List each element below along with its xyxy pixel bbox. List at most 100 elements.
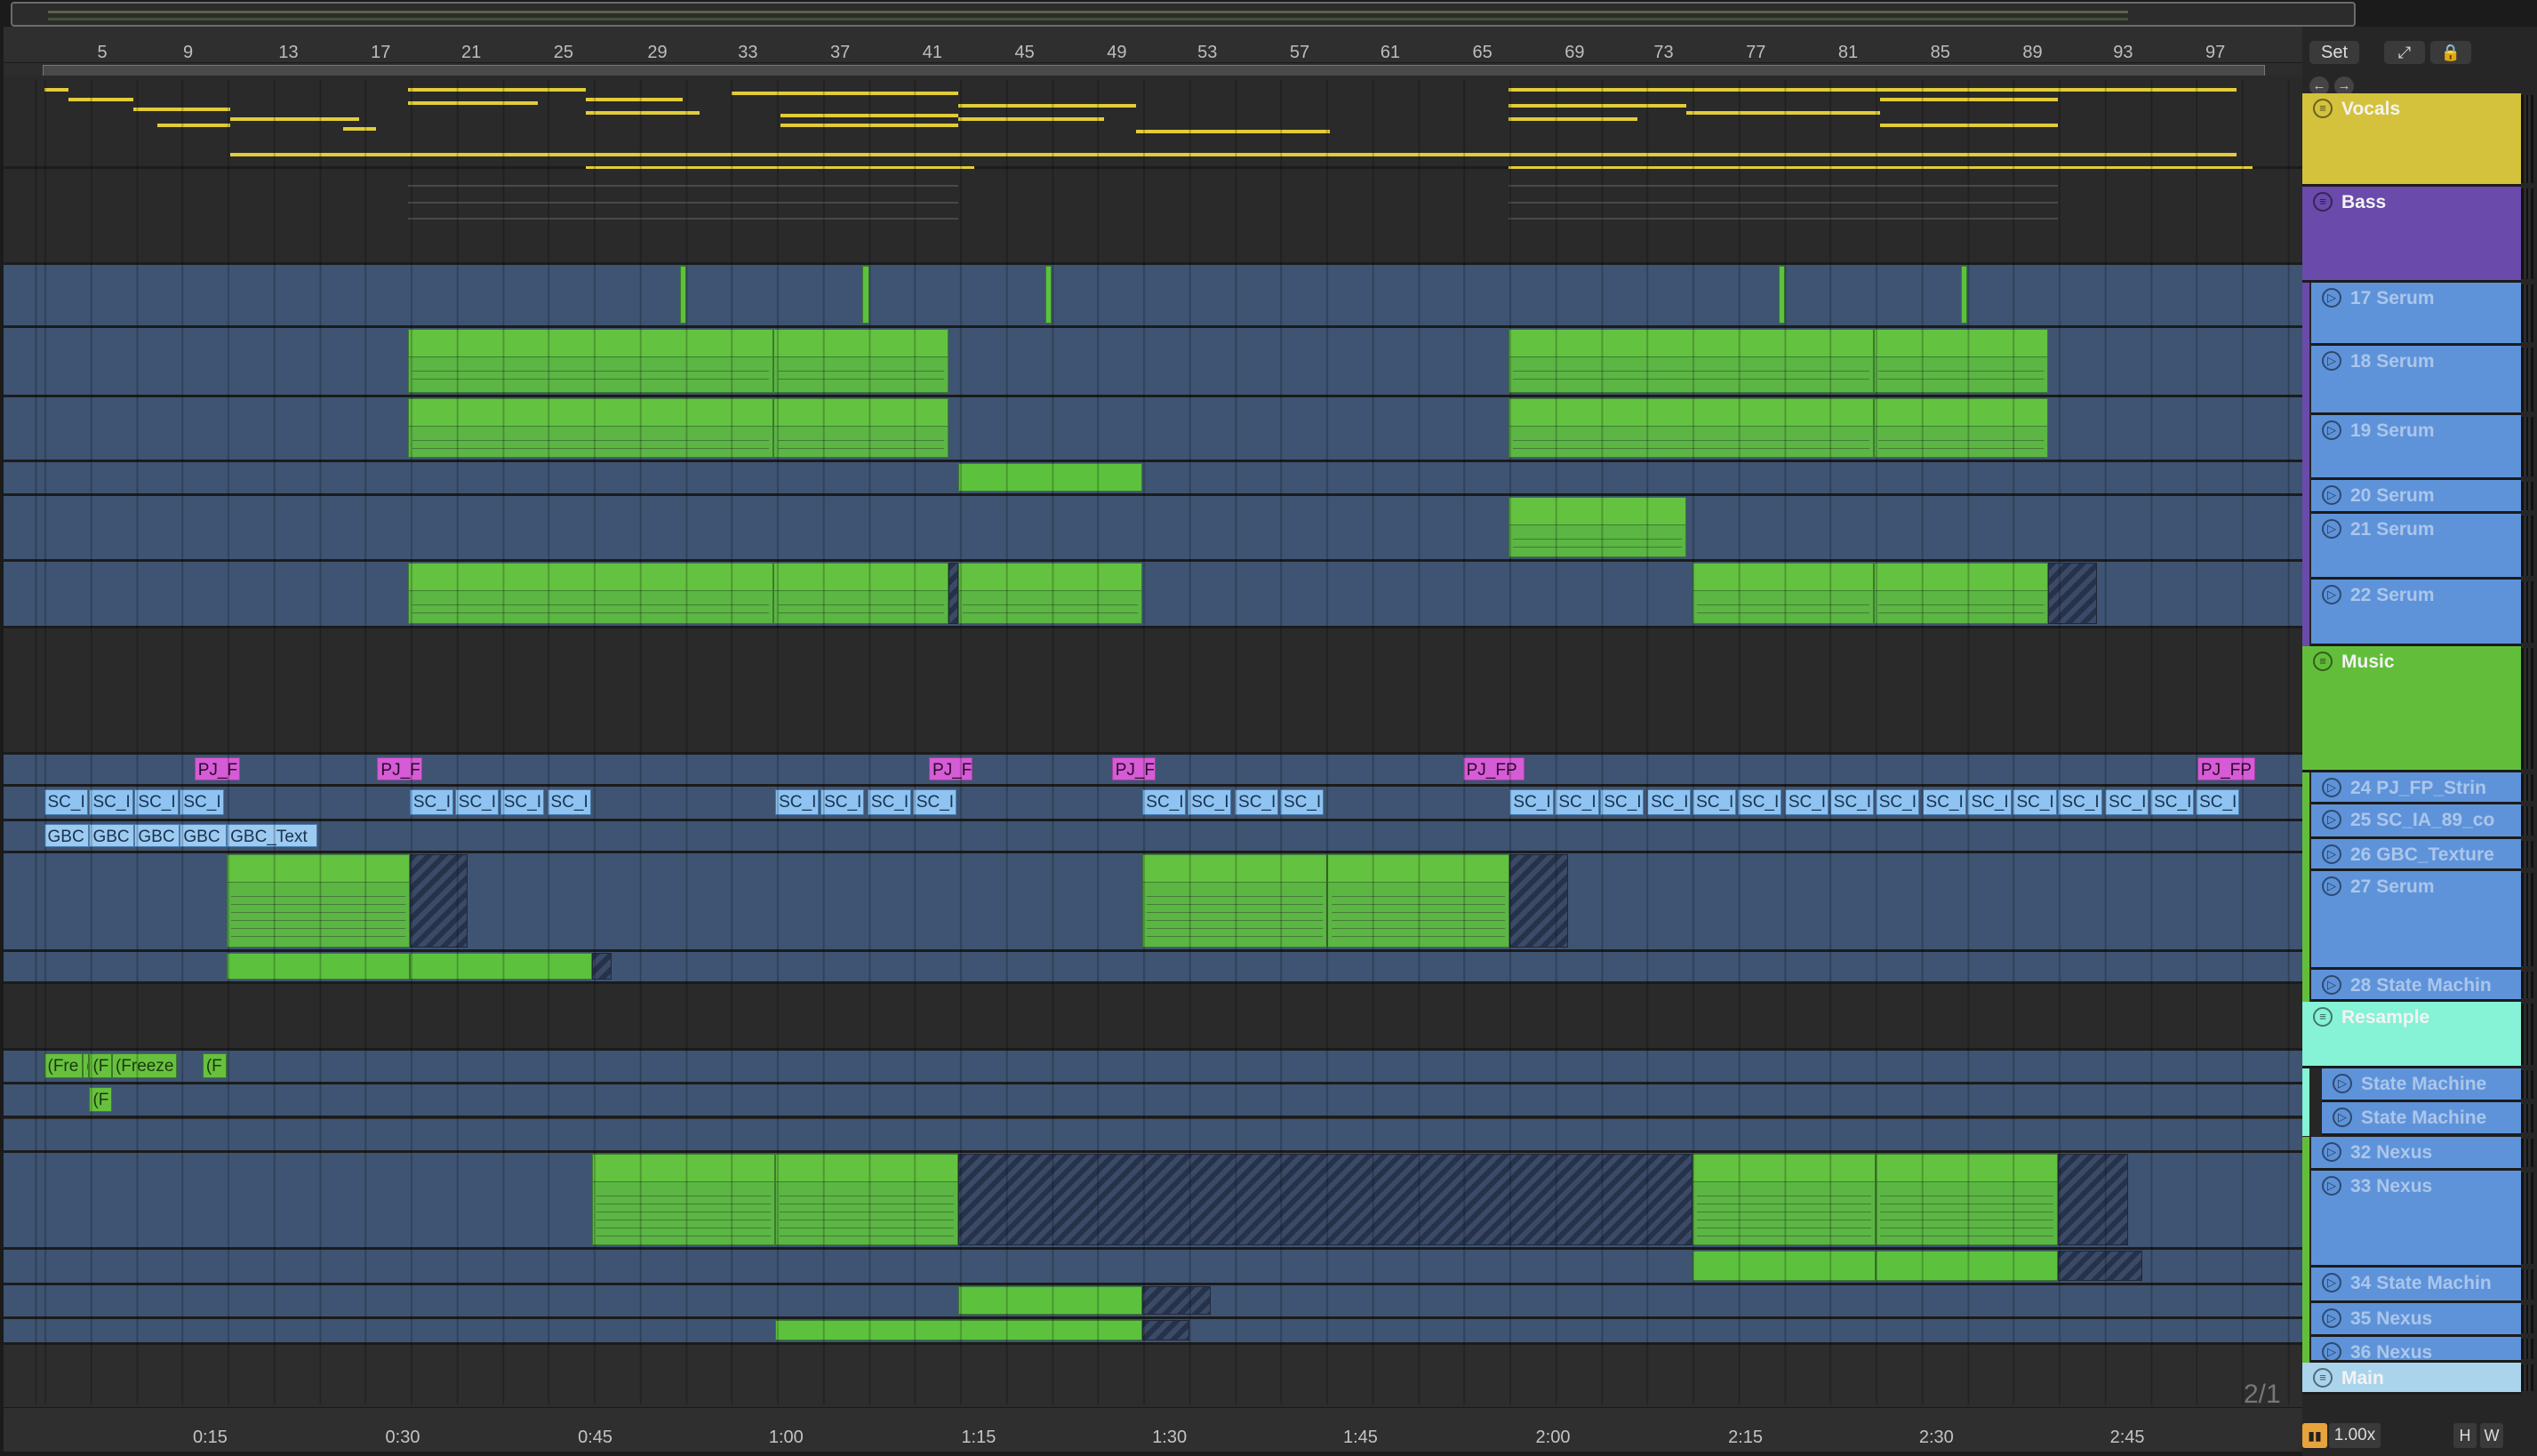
midi-clip[interactable] [1508, 397, 1874, 458]
midi-clip[interactable] [227, 953, 410, 980]
track-header[interactable]: ≡ Resample [2302, 1002, 2521, 1069]
audio-clip[interactable]: SC_I [2105, 789, 2149, 815]
track-lane[interactable] [4, 169, 2302, 265]
group-fold-icon[interactable]: ≡ [2313, 1368, 2333, 1388]
midi-clip[interactable] [408, 563, 774, 625]
track-lane[interactable] [4, 562, 2302, 629]
audio-clip[interactable]: GBC [89, 823, 135, 847]
audio-clip[interactable]: (Freeze [111, 1053, 177, 1079]
midi-clip[interactable] [862, 265, 869, 324]
track-header[interactable]: ▷ 36 Nexus [2311, 1337, 2521, 1364]
track-header[interactable]: ▷ 17 Serum [2311, 282, 2521, 346]
midi-clip[interactable] [1508, 496, 1686, 558]
audio-clip[interactable]: GBC_Text [227, 823, 318, 847]
track-header[interactable]: ▷ 20 Serum [2311, 479, 2521, 514]
audio-clip[interactable]: SC_I [134, 789, 179, 815]
midi-clip[interactable] [409, 953, 593, 980]
midi-clip[interactable] [957, 462, 1143, 492]
audio-clip[interactable]: SC_I [1600, 789, 1645, 815]
track-activator-icon[interactable]: ▷ [2333, 1074, 2352, 1094]
track-activator-icon[interactable]: ▷ [2322, 420, 2341, 440]
zoom-value[interactable]: 1.00x [2329, 1423, 2381, 1448]
track-lane[interactable] [4, 952, 2302, 985]
track-lane[interactable] [4, 628, 2302, 755]
track-lane[interactable] [4, 264, 2302, 328]
midi-clip[interactable] [775, 1153, 958, 1245]
midi-clip[interactable] [408, 328, 774, 393]
track-header[interactable]: ▷ 32 Nexus [2311, 1136, 2521, 1171]
midi-clip[interactable] [773, 328, 948, 393]
audio-clip[interactable]: SC_I [2150, 789, 2195, 815]
expand-icon[interactable]: ⤢ [2384, 41, 2425, 64]
w-button[interactable]: W [2480, 1423, 2503, 1448]
clip-loop-region[interactable] [409, 854, 468, 948]
track-lane[interactable] [4, 495, 2302, 563]
midi-clip[interactable] [957, 563, 1143, 625]
audio-clip[interactable]: SC_I [454, 789, 499, 815]
audio-clip[interactable]: SC_I [912, 789, 956, 815]
track-lane[interactable] [4, 1249, 2302, 1285]
midi-clip[interactable] [1693, 563, 1874, 625]
track-activator-icon[interactable]: ▷ [2322, 1175, 2341, 1196]
audio-clip[interactable]: SC_I [409, 789, 453, 815]
midi-clip[interactable] [773, 563, 948, 625]
track-header[interactable]: ▷ 22 Serum [2311, 580, 2521, 647]
track-lane[interactable] [4, 1118, 2302, 1153]
clip-loop-region[interactable] [957, 1153, 1693, 1245]
track-activator-icon[interactable]: ▷ [2322, 1342, 2341, 1361]
track-activator-icon[interactable]: ▷ [2322, 585, 2341, 605]
track-header[interactable]: ▷ 27 Serum [2311, 871, 2521, 971]
audio-clip[interactable]: (F [89, 1087, 112, 1113]
track-header[interactable]: ▷ State Machine [2322, 1068, 2521, 1103]
group-fold-icon[interactable]: ≡ [2313, 98, 2333, 118]
track-activator-icon[interactable]: ▷ [2322, 810, 2341, 830]
midi-clip[interactable] [1045, 265, 1052, 324]
track-header[interactable]: ▷ 28 State Machin [2311, 970, 2521, 1003]
audio-clip[interactable]: PJ_F [377, 757, 423, 781]
track-header[interactable]: ▷ 35 Nexus [2311, 1302, 2521, 1338]
track-header[interactable]: ▷ 19 Serum [2311, 414, 2521, 480]
audio-clip[interactable]: SC_I [1509, 789, 1554, 815]
track-header[interactable]: ≡ Main [2302, 1363, 2521, 1396]
audio-clip[interactable]: GBC [134, 823, 180, 847]
track-header[interactable]: ▷ 34 State Machin [2311, 1267, 2521, 1303]
midi-clip[interactable] [773, 397, 948, 458]
audio-clip[interactable]: SC_I [1738, 789, 1782, 815]
track-lane[interactable]: SC_I SC_I SC_I SC_I SC_I SC_I SC_I SC_I SC_I SC_I… [4, 787, 2302, 821]
track-header[interactable]: ▷ 24 PJ_FP_Strin [2311, 772, 2521, 805]
clip-loop-region[interactable] [2058, 1250, 2143, 1281]
midi-clip[interactable] [592, 1153, 776, 1245]
audio-clip[interactable]: PJ_FP [1462, 757, 1525, 781]
track-activator-icon[interactable]: ▷ [2322, 844, 2341, 864]
audio-clip[interactable]: SC_I [2196, 789, 2240, 815]
audio-clip[interactable]: SC_I [547, 789, 591, 815]
audio-clip[interactable]: (F [202, 1053, 228, 1079]
clip-loop-region[interactable] [2058, 1153, 2128, 1245]
audio-clip[interactable]: PJ_F [194, 757, 240, 781]
midi-clip[interactable] [1873, 397, 2049, 458]
midi-clip[interactable] [1873, 563, 2049, 625]
track-header[interactable]: ≡ Bass [2302, 187, 2521, 283]
clip-loop-region[interactable] [592, 953, 612, 980]
track-lane[interactable]: GBC GBC GBC GBC GBC_Text [4, 820, 2302, 853]
clip-loop-region[interactable] [948, 563, 958, 625]
audio-clip[interactable]: SC_I [867, 789, 911, 815]
midi-clip[interactable] [679, 265, 687, 324]
track-lane[interactable]: PJ_F PJ_F PJ_F PJ_F PJ_FP PJ_FP [4, 755, 2302, 788]
track-lane[interactable] [4, 327, 2302, 397]
audio-clip[interactable]: SC_I [1555, 789, 1599, 815]
track-activator-icon[interactable]: ▷ [2322, 975, 2341, 996]
clip-loop-region[interactable] [2048, 563, 2098, 625]
audio-clip[interactable]: ( [83, 1053, 90, 1079]
lock-icon[interactable]: 🔒 [2430, 41, 2471, 64]
audio-clip[interactable]: SC_I [1235, 789, 1279, 815]
audio-clip[interactable]: (F [89, 1053, 112, 1079]
audio-clip[interactable]: SC_I [89, 789, 133, 815]
midi-clip[interactable] [1508, 328, 1874, 393]
clip-loop-region[interactable] [1509, 854, 1568, 948]
track-lane[interactable]: (Fre((F(Freeze(F [4, 1051, 2302, 1085]
audio-clip[interactable]: SC_I [1142, 789, 1187, 815]
midi-clip[interactable] [1875, 1153, 2059, 1245]
track-header[interactable]: ▷ 21 Serum [2311, 513, 2521, 580]
midi-clip[interactable] [1326, 854, 1510, 948]
